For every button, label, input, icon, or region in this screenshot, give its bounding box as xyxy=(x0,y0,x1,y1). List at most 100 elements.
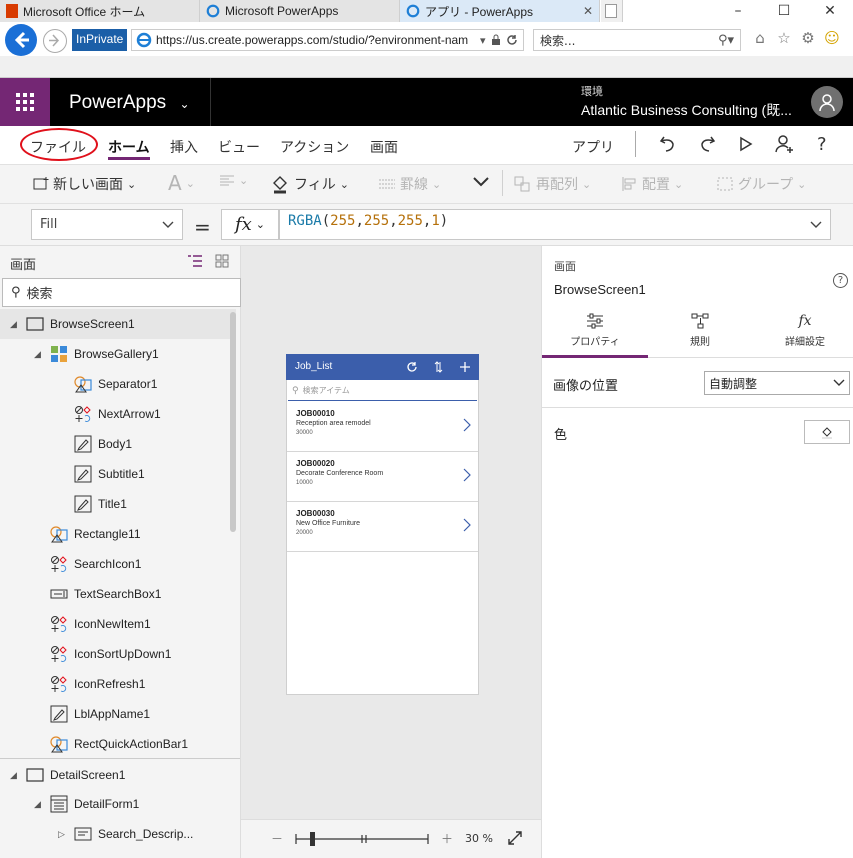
fx-button[interactable]: fx ⌄ xyxy=(221,209,279,240)
share-user-icon[interactable] xyxy=(775,135,795,153)
app-title-label[interactable]: Job_List xyxy=(295,361,332,372)
sort-up-down-icon[interactable] xyxy=(434,361,444,373)
tree-item-iconnewitem1[interactable]: IconNewItem1 xyxy=(0,609,236,639)
tree-item-lblappname1[interactable]: LblAppName1 xyxy=(0,699,236,729)
group-button[interactable]: グループ ⌄ xyxy=(716,174,806,194)
collapse-triangle-icon[interactable]: ◢ xyxy=(34,799,41,810)
next-arrow-icon[interactable] xyxy=(463,468,471,482)
next-arrow-icon[interactable] xyxy=(463,418,471,432)
forward-button[interactable] xyxy=(43,29,67,53)
align-button[interactable]: 配置 ⌄ xyxy=(622,174,683,194)
zoom-slider[interactable] xyxy=(294,831,430,847)
help-icon[interactable]: ? xyxy=(817,134,827,155)
undo-icon[interactable] xyxy=(659,134,677,154)
tree-item-separator1[interactable]: Separator1 xyxy=(0,369,236,399)
address-bar[interactable]: https://us.create.powerapps.com/studio/?… xyxy=(131,29,524,51)
smiley-feedback-icon[interactable]: ☺ xyxy=(824,29,840,47)
redo-icon[interactable] xyxy=(698,134,716,154)
thumbnail-grid-icon[interactable] xyxy=(215,254,229,268)
url-text[interactable]: https://us.create.powerapps.com/studio/?… xyxy=(156,33,476,47)
property-dropdown[interactable]: Fill xyxy=(31,209,183,240)
minimize-button[interactable]: – xyxy=(715,0,761,22)
tree-item-iconsortupdown1[interactable]: IconSortUpDown1 xyxy=(0,639,236,669)
app-launcher-button[interactable] xyxy=(0,78,50,126)
tree-item-title1[interactable]: Title1 xyxy=(0,489,236,519)
play-preview-icon[interactable] xyxy=(738,136,754,152)
environment-picker[interactable]: 環境 Atlantic Business Consulting (既... xyxy=(581,83,792,120)
tree-item-detailform1[interactable]: ◢ DetailForm1 xyxy=(0,789,236,819)
tree-item-detailscreen1[interactable]: ◢ DetailScreen1 xyxy=(0,760,236,790)
collapse-triangle-icon[interactable]: ◢ xyxy=(10,770,17,781)
tree-search-input[interactable]: ⚲ 検索 xyxy=(2,278,241,307)
font-button[interactable]: A ⌄ xyxy=(168,171,195,195)
tree-item-subtitle1[interactable]: Subtitle1 xyxy=(0,459,236,489)
close-window-button[interactable]: ✕ xyxy=(807,0,853,22)
browser-search-box[interactable]: 検索... ⚲▾ xyxy=(533,29,741,51)
image-position-dropdown[interactable]: 自動調整 xyxy=(704,371,850,395)
fill-button[interactable]: フィル ⌄ xyxy=(270,174,349,194)
home-icon[interactable]: ⌂ xyxy=(752,29,768,47)
collapse-triangle-icon[interactable]: ◢ xyxy=(10,319,17,330)
tree-item-searchicon1[interactable]: SearchIcon1 xyxy=(0,549,236,579)
tab-rules[interactable]: 規則 xyxy=(648,313,752,357)
refresh-icon[interactable] xyxy=(506,34,518,46)
chevron-down-icon: ⌄ xyxy=(179,97,190,111)
chevron-down-icon: ⌄ xyxy=(127,177,137,191)
refresh-icon[interactable] xyxy=(406,361,418,373)
tree-item-nextarrow1[interactable]: NextArrow1 xyxy=(0,399,236,429)
search-icon[interactable]: ⚲▾ xyxy=(718,33,734,48)
tab-advanced[interactable]: fx 詳細設定 xyxy=(753,313,853,357)
tree-item-body1[interactable]: Body1 xyxy=(0,429,236,459)
expand-triangle-icon[interactable]: ▷ xyxy=(58,829,65,840)
browser-search-text[interactable]: 検索... xyxy=(540,32,575,49)
tree-item-browsegallery1[interactable]: ◢ BrowseGallery1 xyxy=(0,339,236,369)
tree-item-rectquickactionbar1[interactable]: RectQuickActionBar1 xyxy=(0,729,236,759)
add-item-icon[interactable] xyxy=(459,361,471,373)
border-button[interactable]: 罫線 ⌄ xyxy=(378,174,441,194)
collapse-triangle-icon[interactable]: ◢ xyxy=(34,349,41,360)
tab-view[interactable]: ビュー xyxy=(218,137,260,157)
card-icon xyxy=(74,825,92,843)
expand-ribbon-icon[interactable] xyxy=(472,176,490,188)
fill-label: フィル xyxy=(294,177,336,193)
tab-screen[interactable]: 画面 xyxy=(370,137,398,157)
new-screen-button[interactable]: 新しい画面 ⌄ xyxy=(33,174,136,194)
tree-list-icon[interactable] xyxy=(187,254,203,268)
back-button[interactable] xyxy=(5,24,37,56)
tree-item-rectangle11[interactable]: Rectangle11 xyxy=(0,519,236,549)
tree-item-search-descrip-[interactable]: ▷ Search_Descrip... xyxy=(0,819,236,849)
fit-to-window-icon[interactable] xyxy=(507,830,523,846)
tab-action[interactable]: アクション xyxy=(280,137,349,157)
color-picker-button[interactable] xyxy=(804,420,850,444)
tree-item-iconrefresh1[interactable]: IconRefresh1 xyxy=(0,669,236,699)
browser-tab-powerapps[interactable]: Microsoft PowerApps xyxy=(200,0,400,22)
app-menu-button[interactable]: アプリ xyxy=(572,137,614,157)
settings-gear-icon[interactable]: ⚙ xyxy=(800,29,816,47)
next-arrow-icon[interactable] xyxy=(463,518,471,532)
user-avatar[interactable] xyxy=(811,86,843,118)
tree-item-browsescreen1[interactable]: ◢ BrowseScreen1 xyxy=(0,309,236,339)
tree-item-textsearchbox1[interactable]: TextSearchBox1 xyxy=(0,579,236,609)
new-tab-button[interactable] xyxy=(601,0,623,22)
maximize-button[interactable]: ☐ xyxy=(761,0,807,22)
help-icon[interactable]: ? xyxy=(833,273,848,288)
favorites-star-icon[interactable]: ☆ xyxy=(776,29,792,47)
gallery-item[interactable]: JOB00020 Decorate Conference Room 10000 xyxy=(287,452,478,502)
zoom-out-button[interactable]: － xyxy=(271,830,283,847)
close-tab-icon[interactable]: ✕ xyxy=(583,4,593,18)
text-align-button[interactable]: ⌄ xyxy=(219,174,248,187)
tab-home[interactable]: ホーム xyxy=(108,137,150,157)
gallery-item[interactable]: JOB00010 Reception area remodel 30000 xyxy=(287,402,478,452)
zoom-in-button[interactable]: ＋ xyxy=(441,830,453,847)
browser-tab-office[interactable]: Microsoft Office ホーム xyxy=(0,0,200,22)
formula-input[interactable]: RGBA(255,255,255,1) xyxy=(279,209,831,240)
gallery-item[interactable]: JOB00030 New Office Furniture 20000 xyxy=(287,502,478,552)
tab-insert[interactable]: 挿入 xyxy=(170,137,198,157)
tab-properties[interactable]: プロパティ xyxy=(543,313,647,357)
tree-scrollbar[interactable] xyxy=(230,312,236,532)
gallery-search-box[interactable]: ⚲ 検索アイテム xyxy=(288,381,477,401)
reorder-button[interactable]: 再配列 ⌄ xyxy=(514,174,591,194)
expand-formula-icon[interactable] xyxy=(810,221,822,229)
app-name-menu[interactable]: PowerApps ⌄ xyxy=(69,92,190,114)
browser-tab-app[interactable]: アプリ - PowerApps ✕ xyxy=(400,0,600,22)
